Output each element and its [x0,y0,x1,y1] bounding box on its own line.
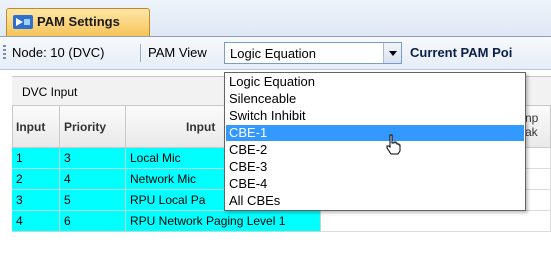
dropdown-option-switch-inhibit[interactable]: Switch Inhibit [226,108,524,124]
node-label: Node: 10 (DVC) [12,45,105,60]
cell-input: 1 [12,148,60,169]
column-header-priority[interactable]: Priority [60,106,126,148]
pam-view-value: Logic Equation [230,46,317,61]
pam-view-dropdown-list: Logic Equation Silenceable Switch Inhibi… [224,72,526,211]
cell-empty [321,211,551,232]
group-label: DVC Input [22,85,78,99]
table-row[interactable]: 4 6 RPU Network Paging Level 1 [12,211,551,232]
hand-cursor-icon [386,134,401,155]
tab-label: PAM Settings [37,14,120,29]
toolbar-grip[interactable] [3,45,6,61]
dropdown-option-silenceable[interactable]: Silenceable [226,91,524,107]
toolbar-separator [140,44,141,62]
dropdown-option-cbe-3[interactable]: CBE-3 [226,159,524,175]
tab-strip: PAM Settings [0,0,551,37]
current-pam-point-label: Current PAM Poi [410,45,513,60]
pam-view-label: PAM View [148,45,207,60]
chevron-down-icon[interactable] [383,43,401,63]
dropdown-option-logic-equation[interactable]: Logic Equation [226,74,524,90]
pam-settings-icon [13,15,33,29]
column-header-input[interactable]: Input [12,106,60,148]
cell-priority: 5 [60,190,126,211]
cell-input: 2 [12,169,60,190]
dropdown-option-cbe-2[interactable]: CBE-2 [226,142,524,158]
toolbar: Node: 10 (DVC) PAM View Logic Equation C… [0,37,551,70]
cell-input: 3 [12,190,60,211]
dropdown-option-cbe-1[interactable]: CBE-1 [226,125,524,141]
cell-priority: 4 [60,169,126,190]
cell-name: RPU Network Paging Level 1 [126,211,321,232]
cell-priority: 3 [60,148,126,169]
tab-pam-settings[interactable]: PAM Settings [6,8,150,36]
pam-view-select[interactable]: Logic Equation [224,42,402,64]
dropdown-option-all-cbes[interactable]: All CBEs [226,193,524,209]
cell-input: 4 [12,211,60,232]
cell-priority: 6 [60,211,126,232]
dropdown-option-cbe-4[interactable]: CBE-4 [226,176,524,192]
